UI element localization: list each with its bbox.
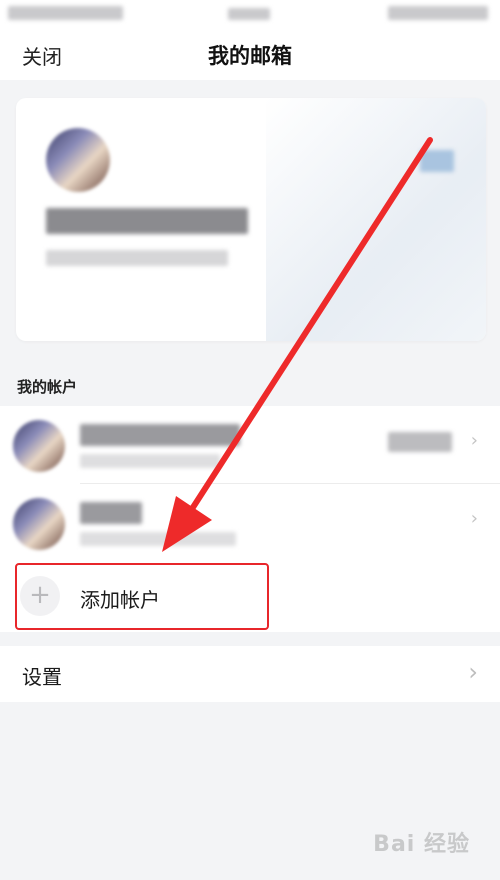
arrow-shaft <box>187 137 433 515</box>
arrow-annotation <box>162 137 433 552</box>
watermark: Bai 经验 <box>373 832 470 857</box>
arrow-head <box>162 496 212 552</box>
